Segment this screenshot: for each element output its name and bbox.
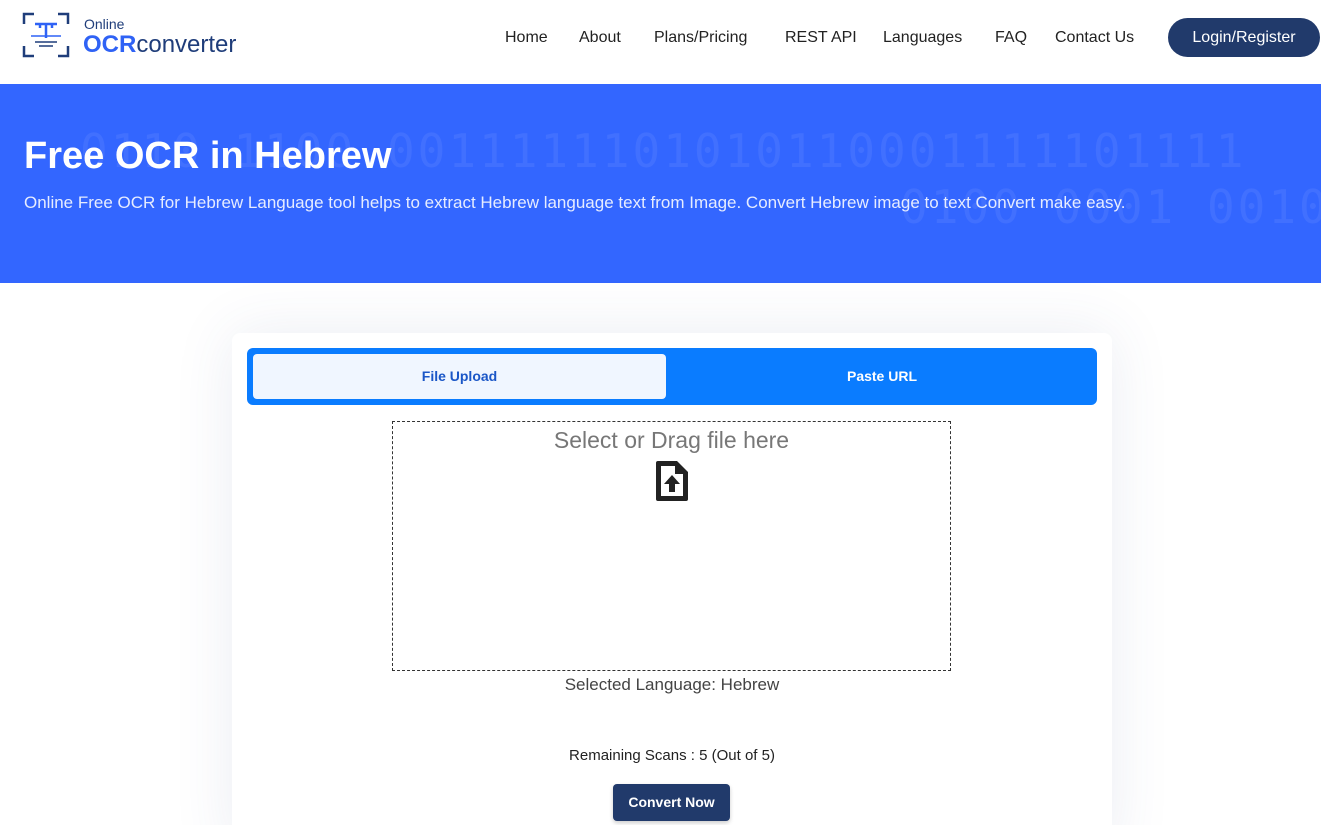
upload-tabs: File Upload Paste URL [247,348,1097,405]
nav-plans-pricing[interactable]: Plans/Pricing [654,29,747,47]
page-subtitle: Online Free OCR for Hebrew Language tool… [24,193,1126,212]
remaining-scans-text: Remaining Scans : 5 (Out of 5) [569,747,775,764]
tab-paste-url[interactable]: Paste URL [672,354,1092,399]
file-dropzone[interactable]: Select or Drag file here [392,421,951,671]
login-register-button[interactable]: Login/Register [1168,18,1320,57]
hero-banner: 0110 1100 0011111101010110001111101111 0… [0,84,1321,283]
main-nav: Home About Plans/Pricing REST API Langua… [0,29,1321,49]
tab-file-upload[interactable]: File Upload [253,354,666,399]
nav-languages[interactable]: Languages [883,29,962,47]
nav-home[interactable]: Home [505,29,548,47]
page-title: Free OCR in Hebrew [24,135,392,177]
nav-faq[interactable]: FAQ [995,29,1027,47]
nav-about[interactable]: About [579,29,621,47]
ocr-tool-card: File Upload Paste URL Select or Drag fil… [232,333,1112,825]
site-header: Online OCRconverter Home About Plans/Pri… [0,0,1321,84]
dropzone-label: Select or Drag file here [553,427,790,453]
file-upload-icon [656,461,688,501]
nav-rest-api[interactable]: REST API [785,29,857,47]
convert-now-button[interactable]: Convert Now [613,784,730,821]
nav-contact-us[interactable]: Contact Us [1055,29,1134,47]
selected-language-text: Selected Language: Hebrew [564,675,780,694]
